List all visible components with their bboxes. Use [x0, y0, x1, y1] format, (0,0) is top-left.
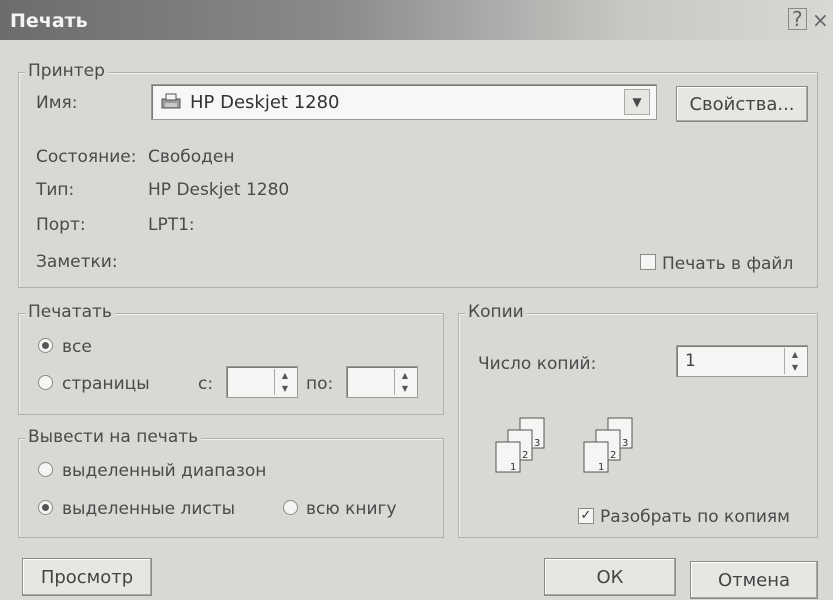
printer-name-value: HP Deskjet 1280: [190, 92, 340, 113]
help-button[interactable]: ?: [788, 8, 807, 30]
close-button[interactable]: ×: [812, 8, 829, 32]
port-value: LPT1:: [148, 215, 195, 235]
page-number-1: 1: [510, 462, 516, 473]
spin-down-icon[interactable]: ▼: [275, 382, 295, 395]
range-to-spin-buttons[interactable]: ▲ ▼: [394, 369, 415, 395]
output-selection-radio[interactable]: [38, 462, 53, 477]
page-number-1: 1: [598, 462, 604, 473]
page-number-3: 3: [622, 438, 628, 449]
spin-up-icon[interactable]: ▲: [275, 369, 295, 382]
port-label: Порт:: [36, 215, 86, 235]
printer-name-label: Имя:: [36, 93, 78, 113]
spin-up-icon[interactable]: ▲: [395, 369, 415, 382]
properties-button[interactable]: Свойства...: [676, 86, 808, 122]
notes-label: Заметки:: [36, 252, 118, 272]
collate-checkbox[interactable]: ✓: [578, 508, 594, 524]
printer-icon: [160, 92, 182, 110]
output-sheets-label: выделенные листы: [62, 499, 236, 519]
page-number-2: 2: [522, 450, 528, 461]
print-what-legend: Вывести на печать: [25, 427, 202, 447]
copies-count-label: Число копий:: [478, 354, 597, 374]
range-all-radio[interactable]: [38, 338, 53, 353]
range-pages-label: страницы: [62, 374, 150, 394]
range-all-label: все: [62, 337, 92, 357]
ok-button[interactable]: ОК: [544, 558, 676, 596]
type-value: HP Deskjet 1280: [148, 180, 290, 200]
range-to-stepper[interactable]: ▲ ▼: [346, 366, 418, 398]
collate-label: Разобрать по копиям: [600, 507, 790, 527]
output-selection-label: выделенный диапазон: [62, 461, 267, 481]
status-value: Свободен: [148, 147, 235, 167]
print-what-group: Вывести на печать: [18, 427, 444, 538]
print-range-legend: Печатать: [25, 302, 115, 322]
range-from-spin-buttons[interactable]: ▲ ▼: [274, 369, 295, 395]
cancel-button[interactable]: Отмена: [690, 561, 818, 599]
spin-down-icon[interactable]: ▼: [395, 382, 415, 395]
output-workbook-radio[interactable]: [283, 500, 298, 515]
spin-up-icon[interactable]: ▲: [785, 348, 805, 361]
copies-count-value: 1: [685, 351, 696, 371]
print-range-group: Печатать: [18, 302, 444, 415]
page-number-3: 3: [534, 438, 540, 449]
page-number-2: 2: [610, 450, 616, 461]
status-label: Состояние:: [36, 147, 137, 167]
print-to-file-label: Печать в файл: [662, 254, 794, 274]
title-bar: Печать ? ×: [0, 0, 833, 40]
printer-select[interactable]: HP Deskjet 1280 ▼: [151, 84, 657, 120]
range-to-label: по:: [306, 374, 334, 394]
range-pages-radio[interactable]: [38, 375, 53, 390]
window-title: Печать: [10, 10, 88, 32]
printer-legend: Принтер: [25, 61, 108, 81]
type-label: Тип:: [36, 180, 75, 200]
print-to-file-checkbox[interactable]: [640, 254, 656, 270]
preview-button[interactable]: Просмотр: [22, 558, 152, 596]
collate-pages-icon: 3 2 1: [583, 417, 633, 473]
copies-count-spin-buttons[interactable]: ▲ ▼: [784, 348, 805, 374]
output-workbook-label: всю книгу: [306, 499, 397, 519]
collate-pages-icon: 3 2 1: [495, 417, 545, 473]
range-from-stepper[interactable]: ▲ ▼: [226, 366, 298, 398]
copies-legend: Копии: [465, 302, 527, 322]
copies-count-stepper[interactable]: 1 ▲ ▼: [676, 345, 808, 377]
range-from-label: с:: [198, 374, 214, 394]
spin-down-icon[interactable]: ▼: [785, 361, 805, 374]
output-sheets-radio[interactable]: [38, 500, 53, 515]
chevron-down-icon[interactable]: ▼: [624, 89, 650, 115]
